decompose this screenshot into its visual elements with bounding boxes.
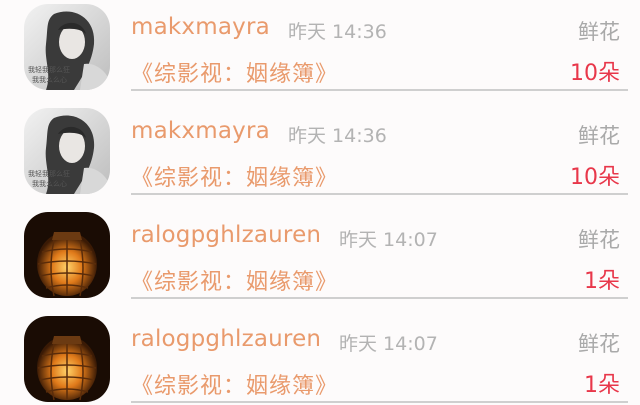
gift-type-label: 鲜花 [578,332,620,356]
timestamp: 昨天 14:07 [339,229,438,251]
timestamp: 昨天 14:36 [288,125,387,147]
avatar-caption: 我轻我那么狂 [28,65,70,74]
gift-count: 10朵 [570,165,620,190]
gift-count: 10朵 [570,61,620,86]
divider [131,89,628,91]
list-item[interactable]: 我轻我那么狂 我我么么心 makxmayra 昨天 14:36 鲜花 《综影视：… [0,104,640,208]
gift-type-label: 鲜花 [578,124,620,148]
list-item[interactable]: 我轻我那么狂 我我么么心 makxmayra 昨天 14:36 鲜花 《综影视：… [0,0,640,104]
timestamp: 昨天 14:07 [339,333,438,355]
avatar-girl-bw-icon: 我轻我那么狂 我我么么心 [24,4,110,90]
work-title[interactable]: 《综影视：姻缘簿》 [131,264,338,296]
avatar-caption: 我我么么心 [32,75,67,84]
work-title[interactable]: 《综影视：姻缘簿》 [131,368,338,400]
gift-type-label: 鲜花 [578,228,620,252]
avatar[interactable] [24,212,110,298]
gift-type-label: 鲜花 [578,20,620,44]
timestamp: 昨天 14:36 [288,21,387,43]
gift-record-list: 我轻我那么狂 我我么么心 makxmayra 昨天 14:36 鲜花 《综影视：… [0,0,640,405]
work-title[interactable]: 《综影视：姻缘簿》 [131,160,338,192]
list-item[interactable]: ralogpghlzauren 昨天 14:07 鲜花 《综影视：姻缘簿》 1朵 [0,208,640,312]
avatar-caption: 我我么么心 [32,179,67,188]
work-title[interactable]: 《综影视：姻缘簿》 [131,56,338,88]
avatar-lantern-icon [24,212,110,298]
avatar[interactable]: 我轻我那么狂 我我么么心 [24,4,110,90]
avatar[interactable] [24,316,110,402]
avatar-lantern-icon [24,316,110,402]
avatar-girl-bw-icon: 我轻我那么狂 我我么么心 [24,108,110,194]
avatar[interactable]: 我轻我那么狂 我我么么心 [24,108,110,194]
username[interactable]: makxmayra [131,118,270,144]
username[interactable]: ralogpghlzauren [131,222,321,248]
username[interactable]: ralogpghlzauren [131,326,321,352]
username[interactable]: makxmayra [131,14,270,40]
divider [131,193,628,195]
gift-count: 1朵 [584,373,620,398]
divider [131,401,628,403]
gift-count: 1朵 [584,269,620,294]
divider [131,297,628,299]
avatar-caption: 我轻我那么狂 [28,169,70,178]
list-item[interactable]: ralogpghlzauren 昨天 14:07 鲜花 《综影视：姻缘簿》 1朵 [0,312,640,405]
